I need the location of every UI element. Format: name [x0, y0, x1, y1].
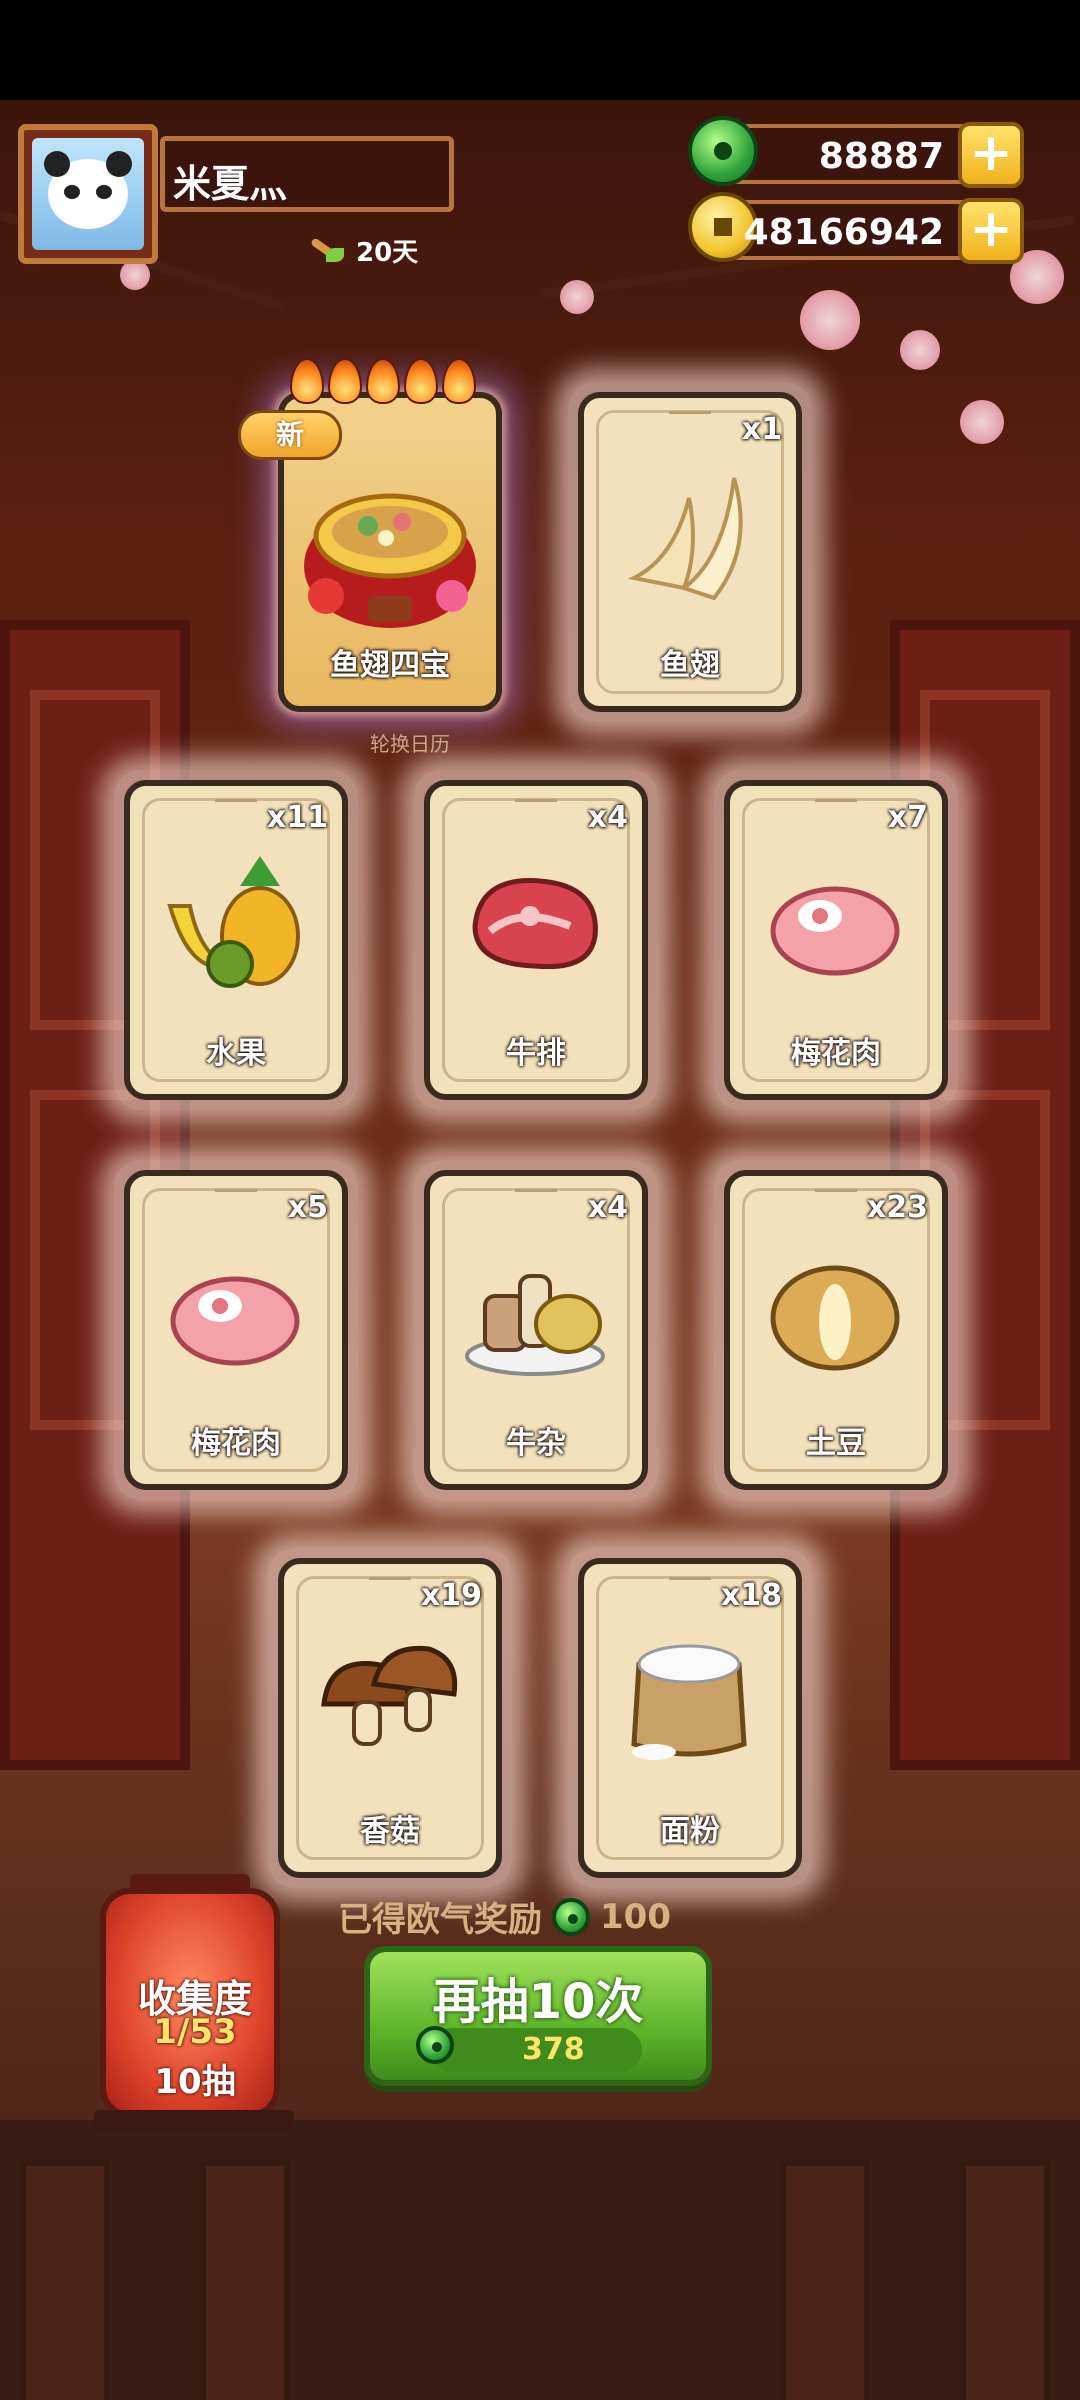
card-name: 梅花肉 [191, 1426, 281, 1461]
card-qty: x4 [587, 1190, 628, 1225]
card-3[interactable]: x7 梅花肉 [714, 770, 958, 1110]
offal-icon [465, 1274, 605, 1376]
card-name: 鱼翅 [660, 648, 720, 683]
jade-icon [552, 1897, 590, 1936]
card-name: 牛杂 [506, 1426, 566, 1461]
jade-icon [688, 116, 758, 186]
mushroom-icon [321, 1645, 458, 1746]
card-1[interactable]: x11 水果 [114, 770, 358, 1110]
card-name: 香菇 [360, 1814, 420, 1849]
flame-icon [404, 358, 438, 404]
login-days: 20天 [310, 232, 418, 269]
card-qty: x23 [866, 1190, 928, 1225]
collection-progress-value: 1/53 [153, 2012, 237, 2052]
card-0[interactable]: x1 鱼翅 [568, 382, 812, 722]
card-name: 水果 [206, 1036, 266, 1071]
coin-currency: 48166942 + [688, 192, 1024, 264]
player-avatar[interactable] [18, 124, 158, 264]
pork-icon [170, 1276, 300, 1366]
luck-reward: 已得欧气奖励 100 [338, 1892, 671, 1941]
steak-icon [472, 878, 598, 970]
add-jade-button[interactable]: + [958, 122, 1024, 188]
flame-icon [366, 358, 400, 404]
card-5[interactable]: x4 牛杂 [414, 1160, 658, 1500]
jade-value: 88887 [818, 136, 944, 177]
card-2[interactable]: x4 牛排 [414, 770, 658, 1110]
card-8[interactable]: x18 面粉 [568, 1548, 812, 1888]
fruit-icon [167, 856, 300, 988]
player-name: 米夏灬 [160, 136, 454, 212]
potato-icon [770, 1265, 900, 1371]
reward-label: 已得欧气奖励 [338, 1900, 542, 1940]
card-qty: x1 [741, 412, 782, 447]
hotpot-icon [304, 493, 476, 628]
draw-count: 10抽 [154, 2062, 236, 2102]
draw-cost: 378 [522, 2032, 585, 2067]
card-qty: x5 [287, 1190, 328, 1225]
draw-button-label: 再抽10次 [432, 1974, 644, 2030]
jade-icon [416, 2026, 454, 2064]
card-name: 面粉 [660, 1814, 720, 1849]
calendar-caption: 轮换日历 [370, 732, 450, 756]
days-value: 20天 [356, 238, 419, 268]
card-4[interactable]: x5 梅花肉 [114, 1160, 358, 1500]
card-qty: x7 [887, 800, 928, 835]
card-7[interactable]: x19 香菇 [268, 1548, 512, 1888]
panda-avatar-icon [44, 151, 132, 229]
sprout-icon [310, 236, 350, 266]
collection-progress[interactable]: 收集度 1/53 10抽 [94, 1874, 294, 2132]
flour-icon [631, 1644, 747, 1760]
card-qty: x11 [266, 800, 328, 835]
new-badge: 新 [238, 410, 342, 460]
card-name: 土豆 [806, 1426, 866, 1461]
card-name: 牛排 [506, 1036, 566, 1071]
card-6[interactable]: x23 土豆 [714, 1160, 958, 1500]
reward-value: 100 [600, 1896, 671, 1937]
coin-value: 48166942 [743, 212, 944, 253]
flame-icon [442, 358, 476, 404]
fin-icon [627, 477, 743, 601]
card-qty: x18 [720, 1578, 782, 1613]
add-coins-button[interactable]: + [958, 198, 1024, 264]
card-qty: x19 [420, 1578, 482, 1613]
card-name: 梅花肉 [791, 1036, 881, 1071]
pork-icon [770, 886, 900, 976]
card-name: 鱼翅四宝 [330, 648, 450, 683]
flame-icon [290, 358, 324, 404]
rarity-flames [290, 358, 476, 404]
jade-currency: 88887 + [688, 116, 1024, 188]
flame-icon [328, 358, 362, 404]
draw-again-button[interactable]: 再抽10次 378 [364, 1946, 712, 2086]
card-qty: x4 [587, 800, 628, 835]
